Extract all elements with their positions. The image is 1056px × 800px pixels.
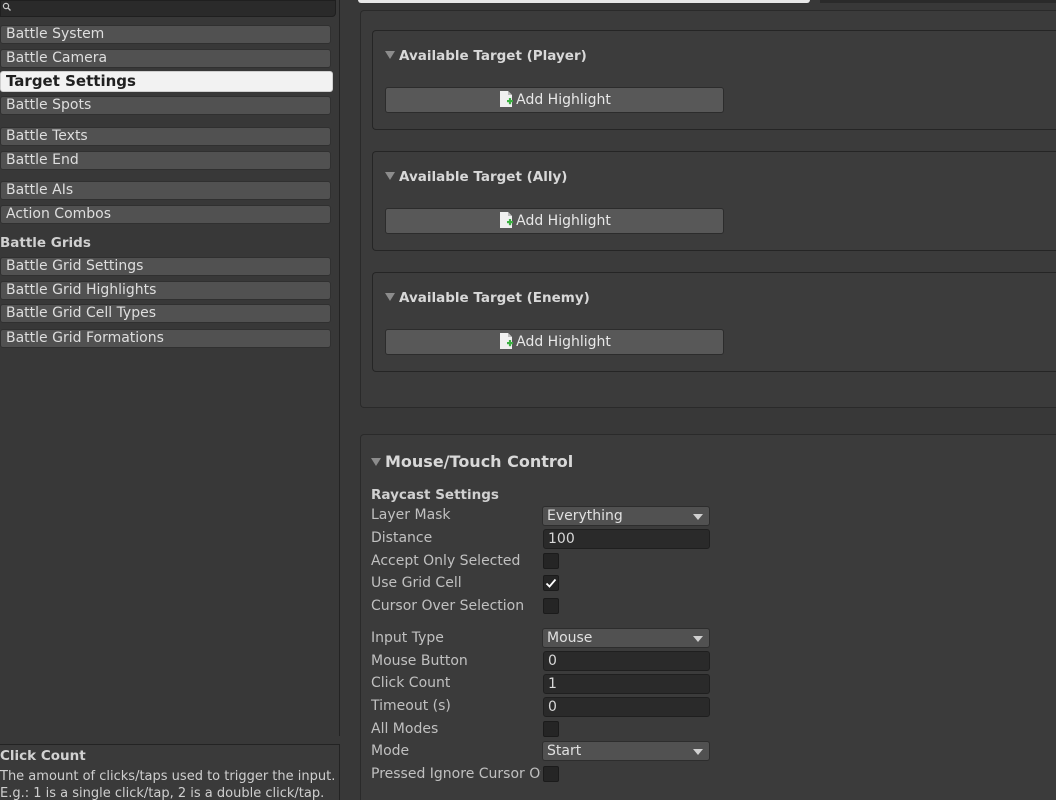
distance-label: Distance bbox=[371, 530, 433, 546]
sections-panel: Battle System Battle Camera Target Setti… bbox=[0, 0, 340, 736]
foldout-header[interactable]: Available Target (Player) bbox=[385, 48, 587, 64]
all-modes-label: All Modes bbox=[371, 721, 439, 737]
target-title: Available Target (Enemy) bbox=[399, 290, 590, 306]
pressed-ignore-cursor-over-label: Pressed Ignore Cursor Over bbox=[371, 766, 541, 782]
use-grid-cell-checkbox[interactable] bbox=[543, 575, 559, 591]
accept-only-selected-checkbox[interactable] bbox=[543, 553, 559, 569]
add-file-icon bbox=[500, 333, 514, 349]
nav-item-battle-ais[interactable]: Battle AIs bbox=[0, 181, 331, 200]
input-type-dropdown[interactable]: Mouse bbox=[542, 628, 710, 648]
add-highlight-label: Add Highlight bbox=[516, 213, 611, 229]
add-highlight-button[interactable]: Add Highlight bbox=[385, 329, 724, 355]
target-box-ally: Available Target (Ally) Add Highlight bbox=[372, 151, 1056, 251]
foldout-arrow-icon bbox=[385, 293, 395, 301]
layer-mask-value: Everything bbox=[547, 508, 623, 524]
pressed-ignore-cursor-over-checkbox[interactable] bbox=[543, 766, 559, 782]
nav-item-battle-grid-highlights[interactable]: Battle Grid Highlights bbox=[0, 281, 331, 300]
section-title: Mouse/Touch Control bbox=[385, 452, 574, 471]
foldout-arrow-icon bbox=[385, 51, 395, 59]
nav-item-battle-grid-cell-types[interactable]: Battle Grid Cell Types bbox=[0, 304, 331, 323]
foldout-header[interactable]: Available Target (Ally) bbox=[385, 169, 567, 185]
nav-item-target-settings[interactable]: Target Settings bbox=[0, 71, 333, 92]
checkmark-icon bbox=[545, 578, 557, 588]
dropdown-arrow-icon bbox=[693, 514, 703, 520]
foldout-header[interactable]: Mouse/Touch Control bbox=[371, 452, 573, 471]
nav-item-battle-spots[interactable]: Battle Spots bbox=[0, 96, 331, 115]
section-title-battle-grids: Battle Grids bbox=[0, 235, 91, 251]
nav-item-battle-grid-formations[interactable]: Battle Grid Formations bbox=[0, 329, 331, 348]
dropdown-arrow-icon bbox=[693, 749, 703, 755]
input-type-label: Input Type bbox=[371, 630, 444, 646]
help-panel: Click Count The amount of clicks/taps us… bbox=[0, 744, 340, 800]
add-file-icon bbox=[500, 91, 514, 107]
click-count-label: Click Count bbox=[371, 675, 451, 691]
help-text: The amount of clicks/taps used to trigge… bbox=[0, 769, 336, 800]
use-grid-cell-label: Use Grid Cell bbox=[371, 575, 462, 591]
mode-label: Mode bbox=[371, 743, 410, 759]
top-field[interactable] bbox=[358, 0, 810, 3]
add-highlight-button[interactable]: Add Highlight bbox=[385, 208, 724, 234]
layer-mask-dropdown[interactable]: Everything bbox=[542, 506, 710, 526]
raycast-settings-title: Raycast Settings bbox=[371, 487, 499, 503]
target-box-enemy: Available Target (Enemy) Add Highlight bbox=[372, 272, 1056, 372]
click-count-field[interactable]: 1 bbox=[543, 674, 710, 694]
add-file-icon bbox=[500, 212, 514, 228]
search-field[interactable] bbox=[0, 0, 336, 17]
cursor-over-selection-checkbox[interactable] bbox=[543, 598, 559, 614]
distance-field[interactable]: 100 bbox=[543, 529, 710, 549]
target-box-player: Available Target (Player) Add Highlight bbox=[372, 30, 1056, 130]
accept-only-selected-label: Accept Only Selected bbox=[371, 553, 521, 569]
nav-item-battle-camera[interactable]: Battle Camera bbox=[0, 49, 331, 68]
top-field-secondary[interactable] bbox=[820, 0, 1056, 3]
mode-value: Start bbox=[547, 743, 582, 759]
all-modes-checkbox[interactable] bbox=[543, 721, 559, 737]
nav-item-action-combos[interactable]: Action Combos bbox=[0, 205, 331, 224]
timeout-field[interactable]: 0 bbox=[543, 697, 710, 717]
inspector-panel: Available Target (Player) Add Highlight … bbox=[348, 0, 1056, 800]
mouse-touch-control-section: Mouse/Touch Control Raycast Settings Lay… bbox=[360, 434, 1056, 800]
nav-item-battle-grid-settings[interactable]: Battle Grid Settings bbox=[0, 257, 331, 276]
add-highlight-label: Add Highlight bbox=[516, 334, 611, 350]
foldout-header[interactable]: Available Target (Enemy) bbox=[385, 290, 590, 306]
foldout-arrow-icon bbox=[385, 172, 395, 180]
mouse-button-field[interactable]: 0 bbox=[543, 651, 710, 671]
help-title: Click Count bbox=[0, 748, 86, 764]
nav-item-battle-system[interactable]: Battle System bbox=[0, 25, 331, 44]
foldout-arrow-icon bbox=[371, 458, 381, 466]
nav-item-battle-end[interactable]: Battle End bbox=[0, 151, 331, 170]
nav-item-battle-texts[interactable]: Battle Texts bbox=[0, 127, 331, 146]
mode-dropdown[interactable]: Start bbox=[542, 741, 710, 761]
mouse-button-label: Mouse Button bbox=[371, 653, 468, 669]
target-title: Available Target (Ally) bbox=[399, 169, 568, 185]
dropdown-arrow-icon bbox=[693, 636, 703, 642]
layer-mask-label: Layer Mask bbox=[371, 507, 451, 523]
cursor-over-selection-label: Cursor Over Selection bbox=[371, 598, 525, 614]
input-type-value: Mouse bbox=[547, 630, 593, 646]
timeout-label: Timeout (s) bbox=[371, 698, 451, 714]
target-title: Available Target (Player) bbox=[399, 48, 587, 64]
add-highlight-button[interactable]: Add Highlight bbox=[385, 87, 724, 113]
search-icon bbox=[2, 2, 11, 11]
add-highlight-label: Add Highlight bbox=[516, 92, 611, 108]
